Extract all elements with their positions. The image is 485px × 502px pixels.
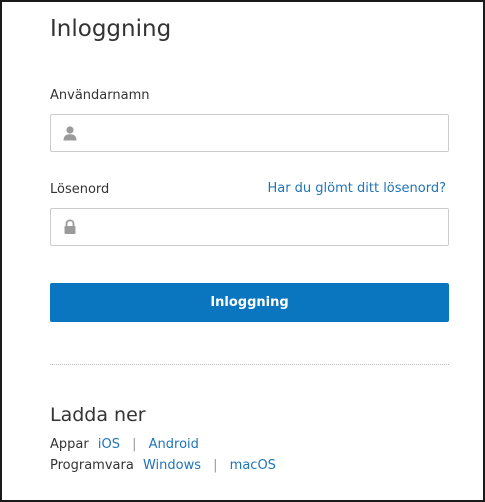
android-link[interactable]: Android [149,437,199,452]
download-title: Ladda ner [50,404,146,426]
software-label: Programvara [50,458,134,473]
windows-link[interactable]: Windows [143,458,201,473]
separator: | [213,458,218,473]
separator: | [132,437,137,452]
password-input[interactable] [79,210,448,244]
username-input[interactable] [79,116,448,150]
software-row: Programvara Windows | macOS [50,458,276,473]
apps-row: Appar iOS | Android [50,437,199,452]
ios-link[interactable]: iOS [98,437,120,452]
macos-link[interactable]: macOS [230,458,276,473]
login-button[interactable]: Inloggning [50,283,449,322]
password-label: Lösenord [50,182,110,197]
login-panel: Inloggning Användarnamn Lösenord Har du … [0,0,485,502]
apps-label: Appar [50,437,89,452]
username-label: Användarnamn [50,88,150,103]
username-field-container[interactable] [50,114,449,152]
page-title: Inloggning [50,16,172,42]
section-divider [50,364,449,365]
password-field-container[interactable] [50,208,449,246]
forgot-password-link[interactable]: Har du glömt ditt lösenord? [267,181,446,196]
